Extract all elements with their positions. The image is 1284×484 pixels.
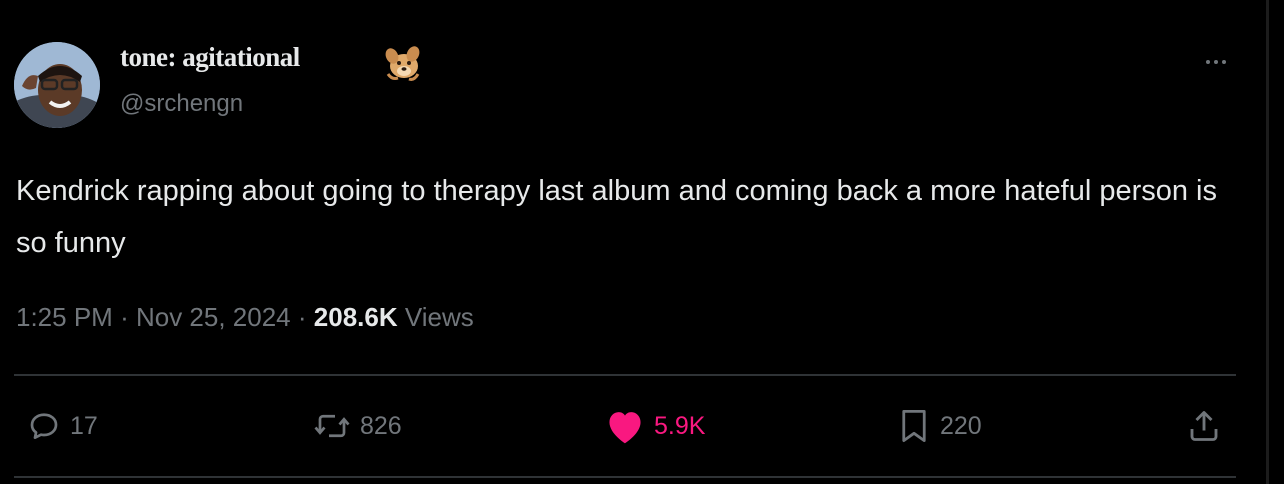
divider xyxy=(14,476,1236,478)
bookmark-button[interactable]: 220 xyxy=(896,406,982,446)
reply-button[interactable]: 17 xyxy=(26,406,98,446)
bookmark-icon xyxy=(902,409,926,443)
bookmark-count: 220 xyxy=(940,411,982,440)
tweet-card: tone: agitational @srchengn Kendrick rap… xyxy=(0,0,1284,484)
user-handle[interactable]: @srchengn xyxy=(120,90,243,118)
repost-icon xyxy=(314,414,350,438)
meta-separator: · xyxy=(297,302,307,332)
dot xyxy=(1214,60,1218,64)
like-button[interactable]: 5.9K xyxy=(604,406,705,446)
meta-separator: · xyxy=(120,302,129,332)
divider xyxy=(14,374,1236,376)
avatar-image xyxy=(14,42,100,128)
dot xyxy=(1206,60,1210,64)
avatar[interactable] xyxy=(14,42,100,128)
like-count: 5.9K xyxy=(654,411,706,440)
views-count: 208.6K xyxy=(313,302,398,332)
dot xyxy=(1222,60,1226,64)
reply-icon xyxy=(30,413,58,440)
reply-count: 17 xyxy=(70,411,98,440)
tweet-text: Kendrick rapping about going to therapy … xyxy=(16,175,1217,259)
dog-emoji-icon xyxy=(385,46,420,81)
repost-button[interactable]: 826 xyxy=(312,406,402,446)
share-icon xyxy=(1190,411,1218,441)
scrollbar[interactable] xyxy=(1266,0,1269,484)
repost-count: 826 xyxy=(360,411,402,440)
display-name[interactable]: tone: agitational xyxy=(120,42,300,73)
tweet-time[interactable]: 1:25 PM xyxy=(16,302,113,332)
heart-icon xyxy=(609,412,641,444)
tweet-meta: 1:25 PM · Nov 25, 2024 · 208.6K Views xyxy=(16,302,474,333)
more-options-button[interactable] xyxy=(1198,50,1234,74)
tweet-date[interactable]: Nov 25, 2024 xyxy=(136,302,291,332)
views-label: Views xyxy=(404,302,474,332)
share-button[interactable] xyxy=(1186,406,1222,446)
